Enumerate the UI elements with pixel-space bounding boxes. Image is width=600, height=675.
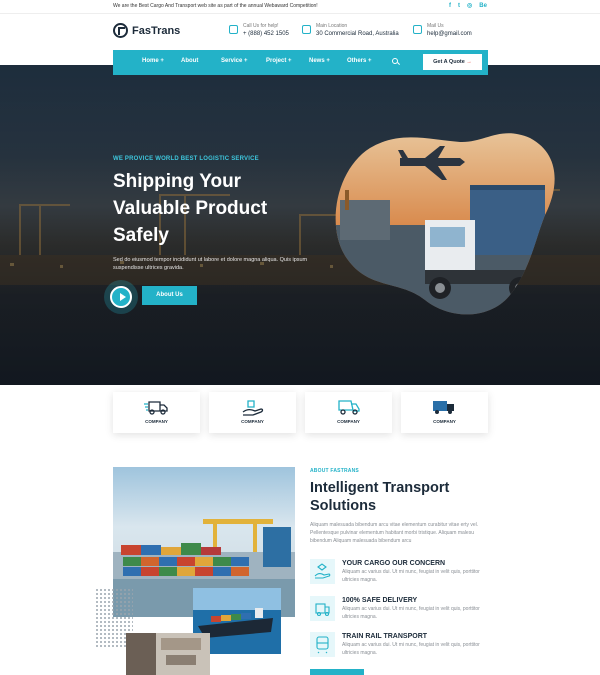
location-icon: [302, 25, 311, 34]
nav-item-others[interactable]: Others +: [347, 58, 372, 64]
about-subtitle: ABOUT FASTRANS: [310, 468, 359, 474]
nav-item-project[interactable]: Project +: [266, 58, 292, 64]
company-card[interactable]: COMPANY: [401, 392, 488, 433]
nav-item-about[interactable]: About: [181, 58, 198, 64]
get-quote-button[interactable]: Get A Quote →: [423, 54, 482, 70]
hero-title: Shipping Your Valuable Product Safely: [113, 171, 268, 246]
feature-item: 100% SAFE DELIVERY Aliquam ac varius dui…: [310, 596, 490, 624]
contact-label: Mail Us: [427, 23, 444, 29]
top-bar: We are the Best Cargo And Transport web …: [0, 0, 600, 14]
feature-text: Aliquam ac varius dui. Ut mi nunc, feugi…: [342, 569, 480, 583]
company-label: COMPANY: [145, 419, 168, 424]
company-card[interactable]: COMPANY: [113, 392, 200, 433]
contact-phone: Call Us for help! + (888) 452 1505: [229, 23, 289, 38]
contact-value: 30 Commercial Road, Australia: [316, 31, 399, 37]
delivery-hand-icon: [242, 400, 264, 416]
nav-item-news[interactable]: News +: [309, 58, 330, 64]
read-more-button[interactable]: [310, 669, 364, 675]
get-quote-label: Get A Quote: [433, 59, 465, 65]
cargo-care-icon: [314, 563, 331, 579]
contact-label: Call Us for help!: [243, 23, 279, 29]
arrow-right-icon: →: [466, 59, 472, 65]
search-icon[interactable]: [392, 58, 398, 64]
instagram-icon[interactable]: ◎: [467, 2, 472, 10]
contact-location: Main Location 30 Commercial Road, Austra…: [302, 23, 399, 38]
contact-value[interactable]: + (888) 452 1505: [243, 30, 289, 38]
port-aerial-image: [126, 633, 210, 675]
feature-icon-box: [310, 632, 335, 657]
feature-icon-box: [310, 596, 335, 621]
feature-title: YOUR CARGO OUR CONCERN: [342, 560, 446, 567]
fast-delivery-truck-icon: [144, 401, 168, 415]
contact-mail: Mail Us help@gmail.com: [413, 23, 472, 38]
company-card[interactable]: COMPANY: [305, 392, 392, 433]
main-nav: Home + About Service + Project + News + …: [113, 50, 488, 75]
feature-text: Aliquam ac varius dui. Ut mi nunc, feugi…: [342, 642, 480, 656]
feature-title: 100% SAFE DELIVERY: [342, 597, 418, 604]
about-text: Aliquam malesuada bibendum arcu vitae el…: [310, 522, 479, 544]
play-video-button[interactable]: [110, 286, 132, 308]
feature-icon-box: [310, 559, 335, 584]
train-icon: [316, 636, 329, 654]
cargo-truck-icon: [338, 400, 360, 415]
nav-item-home[interactable]: Home +: [142, 58, 164, 64]
header: FasTrans Call Us for help! + (888) 452 1…: [0, 14, 600, 50]
about-us-button[interactable]: About Us: [142, 286, 197, 305]
nav-item-service[interactable]: Service +: [221, 58, 248, 64]
behance-icon[interactable]: Be: [479, 2, 487, 10]
company-label: COMPANY: [241, 419, 264, 424]
hero-text: Sed do eiusmod tempor incididunt ut labo…: [113, 257, 308, 271]
box-truck-icon: [433, 401, 454, 414]
feature-item: YOUR CARGO OUR CONCERN Aliquam ac varius…: [310, 559, 490, 587]
mail-icon: [413, 25, 422, 34]
logo-text: FasTrans: [132, 24, 181, 37]
safe-delivery-icon: [315, 603, 330, 617]
hero-section: WE PROVICE WORLD BEST LOGISTIC SERVICE S…: [0, 65, 600, 385]
phone-icon: [229, 25, 238, 34]
logo[interactable]: FasTrans: [113, 23, 180, 38]
logo-mark-icon: [113, 23, 128, 38]
hero-blob-image: [335, 133, 555, 315]
feature-text: Aliquam ac varius dui. Ut mi nunc, feugi…: [342, 606, 480, 620]
company-label: COMPANY: [337, 419, 360, 424]
contact-label: Main Location: [316, 23, 348, 29]
contact-value[interactable]: help@gmail.com: [427, 30, 472, 38]
feature-item: TRAIN RAIL TRANSPORT Aliquam ac varius d…: [310, 632, 490, 660]
feature-title: TRAIN RAIL TRANSPORT: [342, 633, 428, 640]
twitter-icon[interactable]: t: [458, 2, 460, 10]
facebook-icon[interactable]: f: [449, 2, 451, 10]
about-title: Intelligent Transport Solutions: [310, 480, 450, 514]
social-links: f t ◎ Be: [449, 2, 487, 10]
hero-subtitle: WE PROVICE WORLD BEST LOGISTIC SERVICE: [113, 156, 259, 162]
company-card[interactable]: COMPANY: [209, 392, 296, 433]
top-bar-message: We are the Best Cargo And Transport web …: [113, 3, 318, 9]
company-label: COMPANY: [433, 419, 456, 424]
